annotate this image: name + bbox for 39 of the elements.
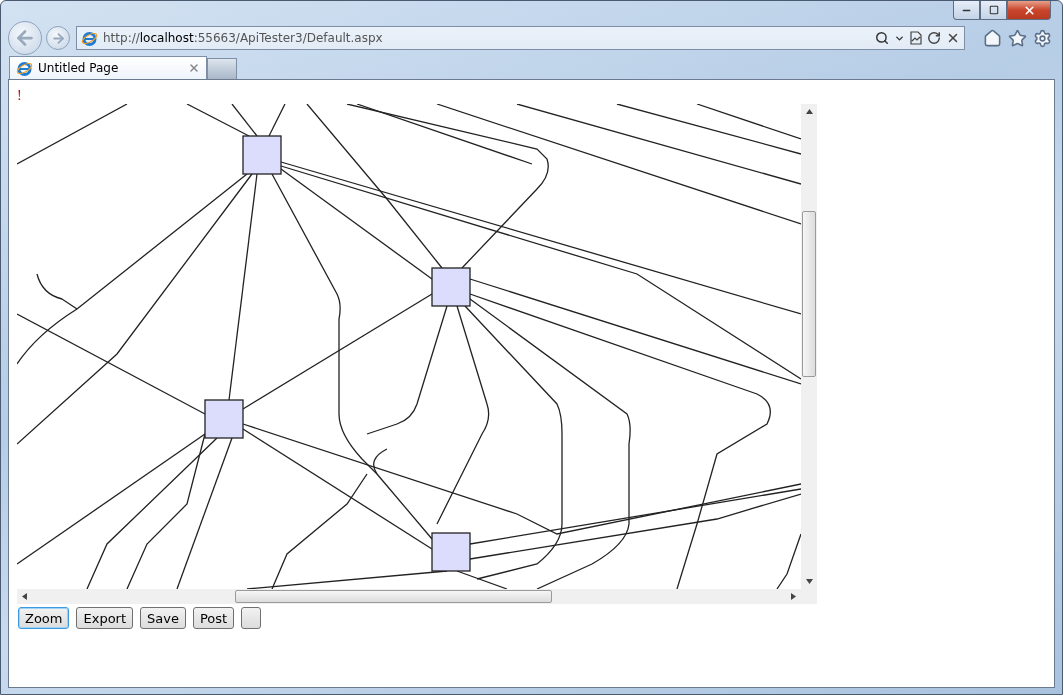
favorites-star-icon[interactable] (1008, 28, 1027, 48)
home-icon[interactable] (983, 28, 1002, 48)
diagram-node (431, 267, 471, 307)
browser-tab[interactable]: Untitled Page (9, 56, 207, 79)
page-button[interactable]: Export (76, 607, 134, 629)
page-button[interactable]: Post (192, 607, 235, 629)
maximize-button[interactable] (980, 1, 1007, 20)
vertical-scrollbar[interactable] (801, 104, 817, 589)
page-button[interactable]: Save (140, 607, 186, 629)
page-button[interactable]: Zoom (18, 607, 70, 629)
url-text: http://localhost:55663/ApiTester3/Default.aspx (103, 31, 384, 45)
scroll-up-arrow-icon[interactable] (805, 109, 813, 114)
scroll-right-arrow-icon[interactable] (791, 593, 796, 600)
diagram-node (242, 135, 282, 175)
settings-icon[interactable] (1033, 28, 1052, 48)
horizontal-scroll-thumb[interactable] (235, 590, 552, 603)
minimize-button[interactable] (953, 1, 980, 20)
browser-logo-icon (81, 29, 98, 47)
blank-button[interactable] (241, 607, 262, 629)
maximize-icon (988, 5, 999, 15)
compatibility-view-icon[interactable] (910, 31, 922, 45)
search-icon[interactable] (875, 31, 889, 45)
scroll-down-arrow-icon[interactable] (805, 579, 813, 584)
diagram-node (204, 399, 244, 439)
tab-title: Untitled Page (38, 61, 120, 75)
address-field[interactable]: http://localhost:55663/ApiTester3/Default.aspx (76, 26, 965, 50)
browser-logo-icon (16, 59, 33, 77)
refresh-icon[interactable] (927, 31, 941, 45)
new-tab-button[interactable] (207, 58, 237, 79)
stop-icon[interactable] (946, 31, 960, 45)
close-tab-icon[interactable] (188, 62, 200, 74)
horizontal-scrollbar[interactable] (17, 589, 801, 604)
scroll-left-arrow-icon[interactable] (22, 593, 27, 600)
diagram-node (431, 532, 471, 572)
close-button[interactable] (1007, 1, 1051, 20)
vertical-scroll-thumb[interactable] (802, 211, 816, 377)
notice-text: ! (17, 88, 23, 104)
forward-arrow-icon (50, 30, 66, 46)
close-icon (1022, 3, 1036, 17)
